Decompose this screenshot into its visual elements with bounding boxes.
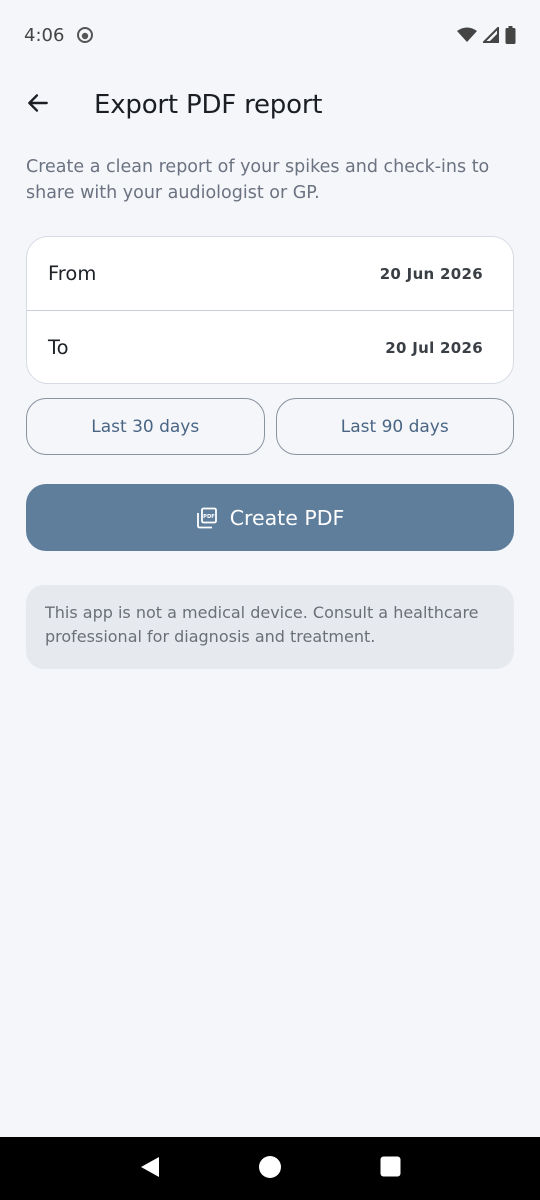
from-label: From [48,262,97,285]
last-30-days-button[interactable]: Last 30 days [26,398,265,455]
back-button[interactable] [14,81,62,129]
nav-back-button[interactable] [128,1147,172,1191]
pdf-icon: PDF [196,507,218,529]
status-time: 4:06 [24,24,65,46]
last-90-days-button[interactable]: Last 90 days [275,398,514,455]
page-title: Export PDF report [94,90,323,120]
create-pdf-button[interactable]: PDF Create PDF [26,484,514,551]
date-range-card: From 20 Jun 2026 To 20 Jul 2026 [26,236,514,384]
create-pdf-label: Create PDF [229,505,345,530]
nav-recents-icon [380,1156,401,1181]
svg-text:PDF: PDF [203,514,215,520]
status-bar: 4:06 [0,0,540,70]
nav-recents-button[interactable] [368,1147,412,1191]
quick-range-row: Last 30 days Last 90 days [26,398,514,455]
status-right [457,26,516,44]
navigation-bar [0,1137,540,1200]
signal-icon [483,27,499,43]
wifi-icon [457,27,477,43]
nav-back-icon [139,1155,161,1183]
to-date-value: 20 Jul 2026 [385,338,483,357]
to-date-row[interactable]: To 20 Jul 2026 [27,310,513,383]
arrow-back-icon [25,90,51,120]
battery-icon [505,26,516,44]
notification-icon [76,26,94,44]
page-description: Create a clean report of your spikes and… [26,157,490,203]
app-bar: Export PDF report [0,70,540,140]
from-date-value: 20 Jun 2026 [379,264,483,283]
medical-disclaimer: This app is not a medical device. Consul… [26,585,514,669]
status-left: 4:06 [24,25,94,46]
nav-home-button[interactable] [248,1147,292,1191]
nav-home-icon [258,1155,282,1183]
from-date-row[interactable]: From 20 Jun 2026 [27,237,513,310]
to-label: To [48,336,69,359]
